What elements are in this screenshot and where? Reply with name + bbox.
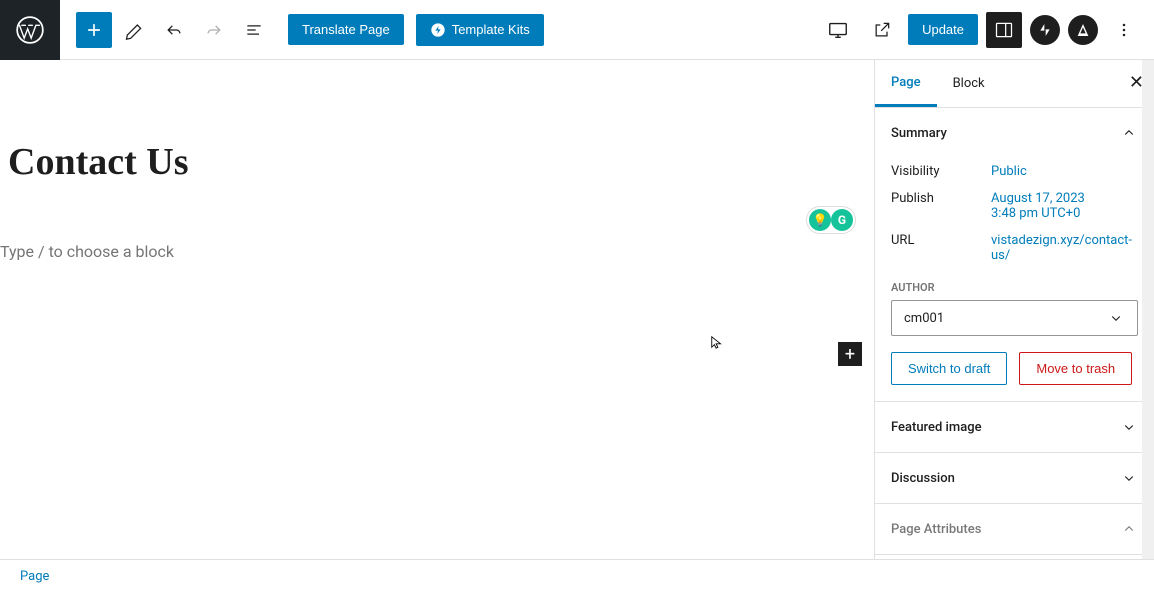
grammarly-widget[interactable]: 💡 G	[806, 206, 856, 234]
discussion-title: Discussion	[891, 471, 955, 486]
tab-block[interactable]: Block	[937, 62, 1001, 105]
translate-page-button[interactable]: Translate Page	[288, 14, 404, 45]
chevron-up-icon	[1120, 520, 1138, 538]
redo-button[interactable]	[196, 12, 232, 48]
tools-button[interactable]	[116, 12, 152, 48]
url-label: URL	[891, 233, 991, 263]
author-select[interactable]: cm001	[891, 300, 1138, 336]
vertical-scrollbar[interactable]	[1142, 60, 1154, 559]
settings-toggle-button[interactable]	[986, 12, 1022, 48]
update-button[interactable]: Update	[908, 14, 978, 45]
chevron-down-icon	[1107, 309, 1125, 327]
tab-page[interactable]: Page	[875, 61, 937, 107]
inline-add-block-button[interactable]: +	[838, 342, 862, 366]
summary-title: Summary	[891, 126, 947, 141]
panel-discussion-header[interactable]: Discussion	[875, 453, 1154, 503]
update-label: Update	[922, 22, 964, 37]
wordpress-logo[interactable]	[0, 0, 60, 60]
translate-label: Translate Page	[302, 22, 390, 37]
mouse-cursor-icon	[710, 335, 724, 349]
template-kits-label: Template Kits	[452, 22, 530, 37]
editor-canvas[interactable]: Contact Us Type / to choose a block 💡 G …	[0, 60, 874, 559]
chevron-down-icon	[1120, 469, 1138, 487]
chevron-down-icon	[1120, 418, 1138, 436]
preview-external-button[interactable]	[864, 12, 900, 48]
url-value[interactable]: vistadezign.xyz/contact-us/	[991, 233, 1138, 263]
publish-label: Publish	[891, 191, 991, 221]
jetpack-icon[interactable]	[1030, 15, 1060, 45]
template-kits-button[interactable]: Template Kits	[416, 14, 544, 46]
panel-summary-header[interactable]: Summary	[875, 108, 1154, 158]
panel-featured-image-header[interactable]: Featured image	[875, 402, 1154, 452]
grammarly-g-icon: G	[831, 209, 853, 231]
switch-to-draft-button[interactable]: Switch to draft	[891, 352, 1007, 385]
publish-value[interactable]: August 17, 2023 3:48 pm UTC+0	[991, 191, 1138, 221]
move-to-trash-button[interactable]: Move to trash	[1019, 352, 1132, 385]
more-options-button[interactable]	[1106, 12, 1142, 48]
breadcrumb[interactable]: Page	[20, 569, 49, 584]
details-button[interactable]	[236, 12, 272, 48]
add-block-button[interactable]	[76, 12, 112, 48]
preview-desktop-button[interactable]	[820, 12, 856, 48]
author-value: cm001	[904, 311, 944, 326]
undo-button[interactable]	[156, 12, 192, 48]
page-attributes-title: Page Attributes	[891, 522, 981, 537]
block-placeholder[interactable]: Type / to choose a block	[0, 184, 874, 261]
settings-sidebar: Page Block ✕ Summary Visibility Public P…	[874, 60, 1154, 559]
author-label: AUTHOR	[891, 281, 1138, 294]
visibility-label: Visibility	[891, 164, 991, 179]
featured-image-title: Featured image	[891, 420, 982, 435]
page-title[interactable]: Contact Us	[0, 60, 874, 184]
grammarly-bulb-icon: 💡	[809, 209, 831, 231]
chevron-up-icon	[1120, 124, 1138, 142]
panel-page-attributes-header[interactable]: Page Attributes	[875, 504, 1154, 554]
visibility-value[interactable]: Public	[991, 164, 1138, 179]
lightning-icon	[430, 22, 446, 38]
astra-icon[interactable]	[1068, 15, 1098, 45]
